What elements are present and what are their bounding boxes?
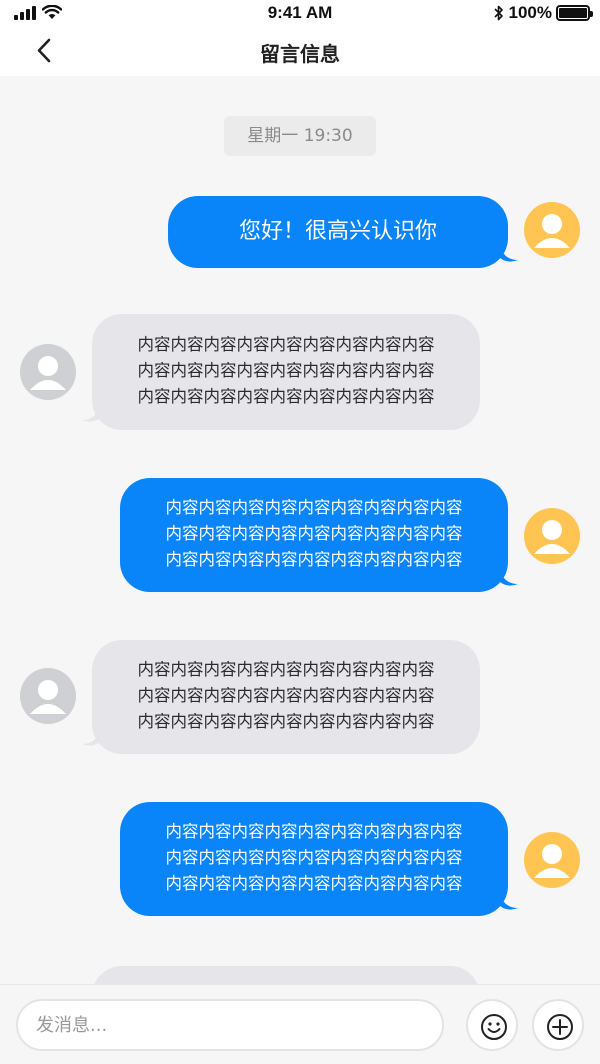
message-bubble-self[interactable]: 内容内容内容内容内容内容内容内容内容 内容内容内容内容内容内容内容内容内容 内容… [120, 478, 508, 592]
avatar-other[interactable] [20, 344, 76, 400]
message-bubble-self[interactable]: 您好！很高兴认识你 [168, 196, 508, 268]
avatar-self[interactable] [524, 832, 580, 888]
message-text-line: 内容内容内容内容内容内容内容内容内容 [165, 524, 463, 543]
page-title: 留言信息 [260, 42, 340, 66]
message-text-line: 内容内容内容内容内容内容内容内容内容 [165, 822, 463, 841]
message-bubble-other[interactable]: 内容内容内容内容内容内容内容内容内容 内容内容内容内容内容内容内容内容内容 内容… [92, 640, 480, 754]
message-text-line: 内容内容内容内容内容内容内容内容内容 [165, 848, 463, 867]
smiley-icon [481, 1014, 507, 1040]
user-icon [30, 680, 66, 714]
input-bar [0, 984, 600, 1064]
add-button[interactable] [532, 999, 584, 1051]
message-text-line: 内容内容内容内容内容内容内容内容内容 [165, 498, 463, 517]
message-bubble-other[interactable]: 内容内容内容内容内容内容内容内容内容 内容内容内容内容内容内容内容内容内容 内容… [92, 314, 480, 430]
message-text-line: 内容内容内容内容内容内容内容内容内容 [137, 335, 435, 354]
battery-percent: 100% [508, 3, 552, 22]
message-text-line: 内容内容内容内容内容内容内容内容内容 [137, 660, 435, 679]
message-text-line: 内容内容内容内容内容内容内容内容内容 [137, 361, 435, 380]
avatar-self[interactable] [524, 508, 580, 564]
message-text-line: 内容内容内容内容内容内容内容内容内容 [165, 550, 463, 569]
chat-timestamp: 星期一 19:30 [224, 116, 376, 156]
message-text-line: 内容内容内容内容内容内容内容内容内容 [137, 686, 435, 705]
chat-area[interactable]: 星期一 19:30 您好！很高兴认识你 内容内容内容内容内容内容内容内容内容 内… [0, 76, 600, 984]
user-icon [534, 844, 570, 878]
message-bubble-other[interactable] [92, 966, 480, 984]
message-text-line: 内容内容内容内容内容内容内容内容内容 [137, 387, 435, 406]
avatar-other[interactable] [20, 668, 76, 724]
message-bubble-self[interactable]: 内容内容内容内容内容内容内容内容内容 内容内容内容内容内容内容内容内容内容 内容… [120, 802, 508, 916]
user-icon [534, 214, 570, 248]
user-icon [534, 520, 570, 554]
message-input[interactable] [16, 999, 444, 1051]
nav-bar: 留言信息 [0, 26, 600, 76]
user-icon [30, 356, 66, 390]
message-text-line: 内容内容内容内容内容内容内容内容内容 [165, 874, 463, 893]
emoji-button[interactable] [466, 999, 518, 1051]
status-bar: 9:41 AM 100% [0, 0, 600, 26]
message-text-line: 内容内容内容内容内容内容内容内容内容 [137, 712, 435, 731]
status-right: 100% [493, 3, 593, 23]
bluetooth-icon [493, 5, 503, 21]
battery-fill [559, 8, 587, 18]
message-text: 您好！很高兴认识你 [238, 219, 437, 244]
bubble-tail [500, 570, 518, 586]
bubble-tail [500, 894, 518, 910]
avatar-self[interactable] [524, 202, 580, 258]
bubble-tail [500, 246, 518, 262]
plus-circle-icon [547, 1014, 573, 1040]
battery-icon [556, 5, 593, 21]
